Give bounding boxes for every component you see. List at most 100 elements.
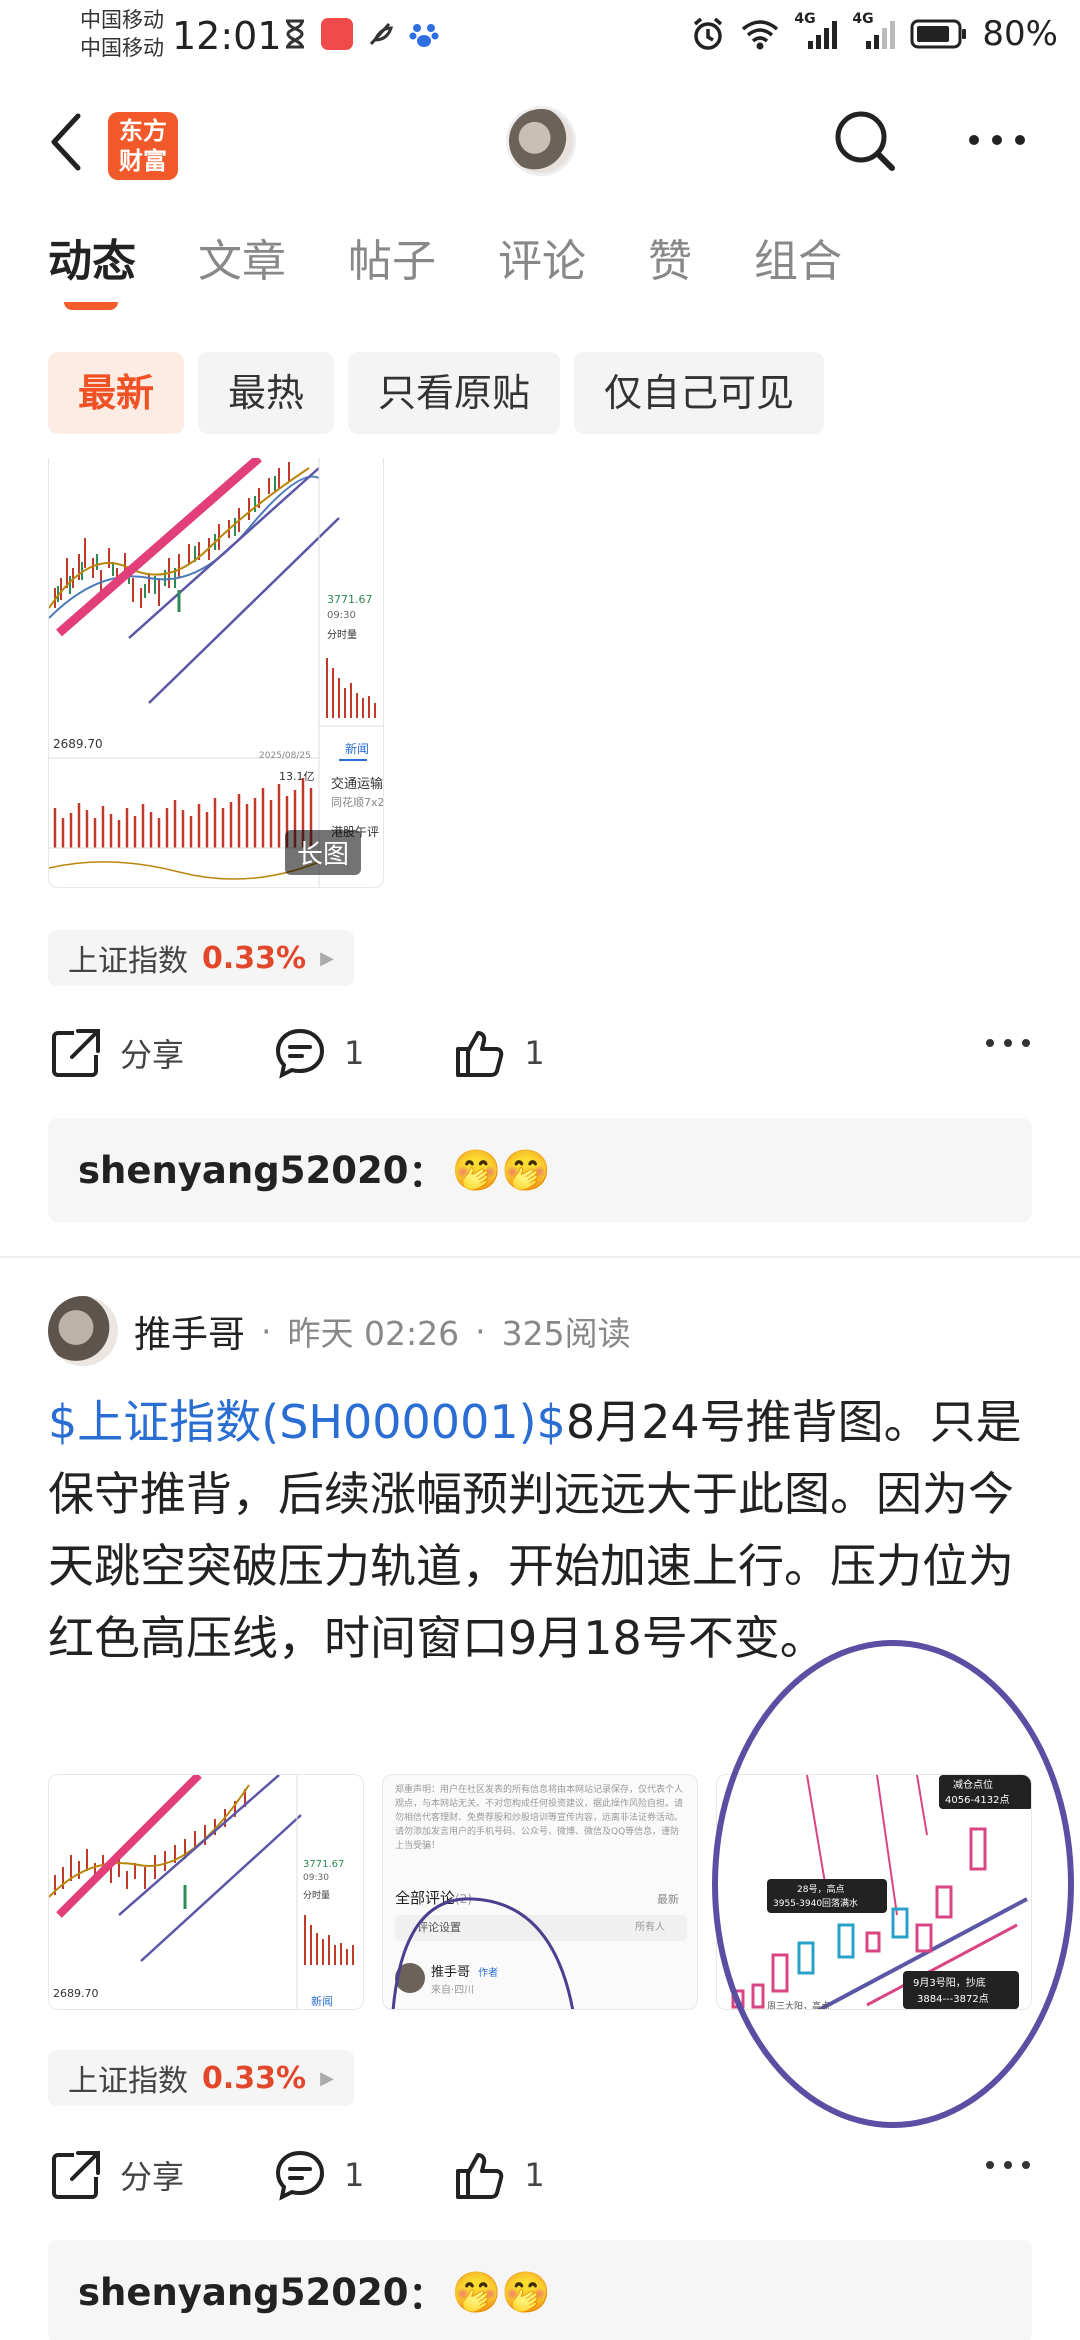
signal-icon-1: 4G: [794, 11, 838, 51]
avatar[interactable]: [506, 106, 576, 176]
tab-zuhe[interactable]: 组合: [754, 232, 842, 292]
stock-name: 上证指数: [68, 2064, 188, 2099]
nav-bar: 东方 财富: [0, 88, 1080, 198]
network-type-1: 4G: [794, 11, 816, 27]
kline-chart-graphic: 3771.67 09:30 分时量 2689.70 新闻: [49, 1775, 354, 2009]
tab-zan[interactable]: 赞: [648, 232, 692, 292]
post2-image-1[interactable]: 3771.67 09:30 分时量 2689.70 新闻: [48, 1774, 364, 2010]
comment-colon: ：: [408, 1152, 446, 1195]
brand-line-1: 东方: [119, 117, 167, 145]
share-icon: [52, 2151, 100, 2199]
post-divider: [0, 1256, 1080, 1258]
annot-label-2b: 3955-3940回落满水: [773, 1897, 858, 1909]
comment-count: 1: [344, 2156, 365, 2194]
chevron-right-icon: ▶: [320, 2067, 334, 2089]
comment-emoji: 🤭🤭: [451, 1147, 552, 1194]
more-dots-icon[interactable]: [984, 1036, 1032, 1050]
brand-logo[interactable]: 东方 财富: [108, 112, 178, 180]
chart-news-item: 交通运输: [331, 776, 383, 792]
stock-tag[interactable]: 上证指数 0.33% ▶: [48, 2050, 354, 2106]
share-button[interactable]: 分享: [48, 1025, 184, 1081]
annot-label-3b: 3884---3872点: [917, 1993, 989, 2005]
chart-news-tab: 新闻: [311, 1994, 333, 2008]
top-comment[interactable]: shenyang52020 ： 🤭🤭: [48, 2240, 1032, 2340]
hourglass-icon: [286, 19, 304, 49]
comment-button[interactable]: 1: [272, 2147, 364, 2203]
top-comment[interactable]: shenyang52020 ： 🤭🤭: [48, 1118, 1032, 1222]
alarm-icon: [694, 17, 723, 50]
comment-user: shenyang52020: [78, 2270, 409, 2314]
post-time: 昨天 02:26: [287, 1314, 460, 1353]
post2-author-row: 推手哥 · 昨天 02:26 · 325阅读: [48, 1296, 631, 1366]
chevron-right-icon: ▶: [320, 947, 334, 969]
tab-wenzhang[interactable]: 文章: [198, 232, 286, 292]
clock: 12:01: [172, 14, 282, 58]
comment-colon: ：: [408, 2274, 446, 2317]
stock-name: 上证指数: [68, 944, 188, 979]
filter-original-only[interactable]: 只看原贴: [348, 352, 561, 434]
chart-vol-label: 13.1亿: [279, 770, 315, 783]
stock-link[interactable]: $上证指数(SH000001)$: [48, 1395, 566, 1449]
meta-dot: ·: [475, 1311, 486, 1351]
filter-latest[interactable]: 最新: [48, 352, 185, 434]
chart-volume-label: 分时量: [303, 1889, 330, 1901]
author-name[interactable]: 推手哥: [134, 1304, 245, 1358]
post-body[interactable]: $上证指数(SH000001)$8月24号推背图。只是保守推背，后续涨幅预判远远…: [48, 1386, 1038, 1674]
thumbs-up-icon: [456, 1031, 504, 1077]
search-icon[interactable]: [830, 106, 900, 176]
post1-chart-image[interactable]: 3771.67 09:30 分时量 新闻 交通运输 同花顺7x2 港股午评 26…: [48, 458, 384, 888]
network-type-2: 4G: [852, 11, 874, 27]
annot-label-4: 周三大阳，高点: [767, 2000, 830, 2010]
annot-label-1: 减仓点位: [953, 1778, 993, 1791]
feather-icon: [369, 22, 394, 46]
chart-volume-label: 分时量: [327, 629, 357, 641]
annot-label-1b: 4056-4132点: [945, 1794, 1010, 1806]
stock-change: 0.33%: [202, 940, 307, 976]
chart-price-label: 3771.67: [327, 593, 373, 606]
comment-icon: [276, 1028, 325, 1079]
meta-dot: ·: [261, 1311, 272, 1351]
like-button[interactable]: 1: [452, 2147, 545, 2203]
chart-news-source: 同花顺7x2: [331, 796, 384, 809]
system-icons: 4G 4G 80%: [690, 11, 1058, 54]
more-dots-icon[interactable]: [984, 2158, 1032, 2172]
chart-date-label: 2025/08/25: [259, 751, 311, 761]
filter-hot[interactable]: 最热: [198, 352, 335, 434]
chart-low-label: 2689.70: [53, 1987, 99, 2000]
kline-chart-graphic: 3771.67 09:30 分时量 新闻 交通运输 同花顺7x2 港股午评 26…: [49, 458, 384, 887]
chart-time-label: 09:30: [327, 610, 356, 621]
annotation-circle-graphic: [391, 1897, 575, 2009]
chart-news-tab: 新闻: [345, 741, 369, 756]
battery-icon: [910, 19, 967, 49]
annot-label-3: 9月3号阳，抄底: [913, 1976, 986, 1989]
share-button[interactable]: 分享: [48, 2147, 184, 2203]
like-button[interactable]: 1: [452, 1025, 545, 1081]
comment-button[interactable]: 1: [272, 1025, 364, 1081]
stock-change: 0.33%: [202, 2060, 307, 2096]
chart-low-label: 2689.70: [53, 737, 103, 751]
avatar[interactable]: [48, 1296, 118, 1366]
like-count: 1: [524, 2156, 545, 2194]
more-options-icon[interactable]: [962, 128, 1032, 152]
comment-icon: [276, 2150, 325, 2201]
share-icon: [52, 1029, 100, 1077]
carrier-2: 中国移动: [80, 36, 164, 60]
post2-image-2[interactable]: 郑重声明：用户在社区发表的所有信息将由本网站记录保存，仅代表个人观点，与本网站无…: [382, 1774, 698, 2010]
back-arrow-icon[interactable]: [44, 110, 94, 174]
share-label: 分享: [120, 1036, 185, 1074]
thumbs-up-icon: [456, 2153, 504, 2199]
stock-tag[interactable]: 上证指数 0.33% ▶: [48, 930, 354, 986]
tab-pinglun[interactable]: 评论: [498, 232, 586, 292]
tab-tiezi[interactable]: 帖子: [348, 232, 436, 292]
profile-tabs: 动态 文章 帖子 评论 赞 组合: [48, 232, 842, 310]
tab-dongtai[interactable]: 动态: [48, 232, 136, 310]
comment-count: 1: [344, 1034, 365, 1072]
annotated-kline-graphic: 减仓点位 4056-4132点 28号，高点 3955-3940回落满水 9月3…: [731, 1775, 1031, 2010]
battery-level: 80%: [982, 14, 1058, 54]
carrier-info: 中国移动 中国移动: [80, 6, 164, 62]
filter-self-only[interactable]: 仅自己可见: [574, 352, 825, 434]
post2-image-3[interactable]: 减仓点位 4056-4132点 28号，高点 3955-3940回落满水 9月3…: [716, 1774, 1032, 2010]
comment-user: shenyang52020: [78, 1148, 409, 1192]
long-image-badge: 长图: [284, 830, 361, 875]
carrier-1: 中国移动: [80, 8, 164, 32]
